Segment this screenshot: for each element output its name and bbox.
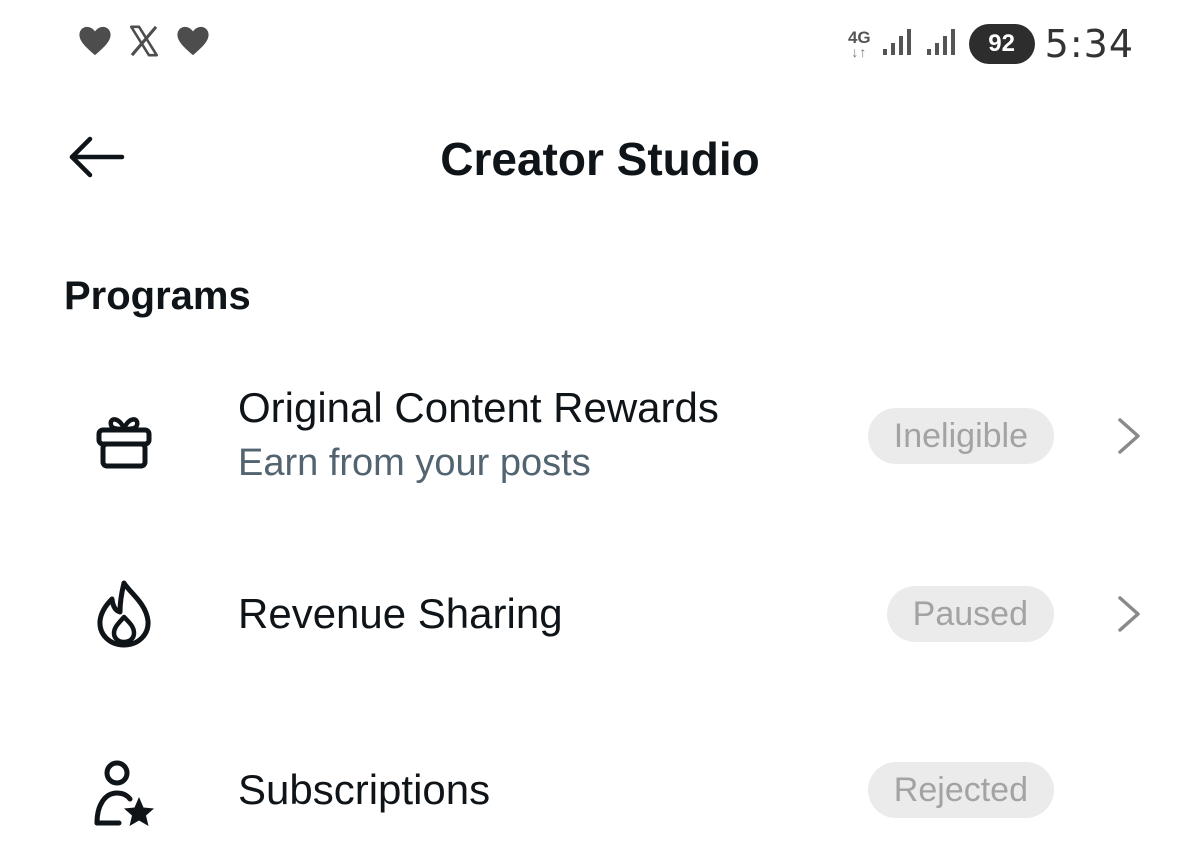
chevron-right-icon xyxy=(1112,586,1146,642)
app-header: Creator Studio xyxy=(0,110,1200,206)
program-title: Revenue Sharing xyxy=(238,590,563,637)
heart-icon xyxy=(78,25,112,62)
page-title: Creator Studio xyxy=(440,133,760,185)
person-star-icon xyxy=(88,758,160,830)
notification-icons xyxy=(78,24,210,63)
program-row-original-content-rewards[interactable]: Original Content Rewards Earn from your … xyxy=(0,378,1200,508)
data-activity-icon: ↓↑ xyxy=(851,44,868,60)
program-text: Original Content Rewards Earn from your … xyxy=(238,384,719,485)
program-row-subscriptions[interactable]: Subscriptions Rejected xyxy=(0,748,1200,844)
network-type-indicator: 4G ↓↑ xyxy=(848,29,871,60)
status-badge: Paused xyxy=(886,586,1054,642)
creator-studio-screen: 4G ↓↑ 92 5:34 Creator Studio Programs Or… xyxy=(0,0,1200,864)
flame-icon xyxy=(88,578,160,650)
clock: 5:34 xyxy=(1044,22,1134,66)
program-row-revenue-sharing[interactable]: Revenue Sharing Paused xyxy=(0,570,1200,660)
x-logo-icon xyxy=(126,24,162,63)
status-bar: 4G ↓↑ 92 5:34 xyxy=(0,0,1200,90)
program-subtitle: Earn from your posts xyxy=(238,442,591,484)
program-title: Subscriptions xyxy=(238,766,491,813)
signal-strength-icon xyxy=(925,27,959,62)
program-title: Original Content Rewards xyxy=(238,384,719,431)
system-indicators: 4G ↓↑ 92 5:34 xyxy=(848,22,1134,66)
status-badge: Rejected xyxy=(867,762,1054,818)
heart-icon xyxy=(176,25,210,62)
chevron-right-icon xyxy=(1112,408,1146,464)
signal-strength-icon xyxy=(881,27,915,62)
gift-icon xyxy=(88,406,160,478)
status-badge: Ineligible xyxy=(867,408,1054,464)
battery-indicator: 92 xyxy=(968,24,1035,64)
battery-level: 92 xyxy=(988,30,1015,57)
program-text: Subscriptions xyxy=(238,766,490,814)
section-heading: Programs xyxy=(64,274,251,318)
program-text: Revenue Sharing xyxy=(238,590,563,638)
